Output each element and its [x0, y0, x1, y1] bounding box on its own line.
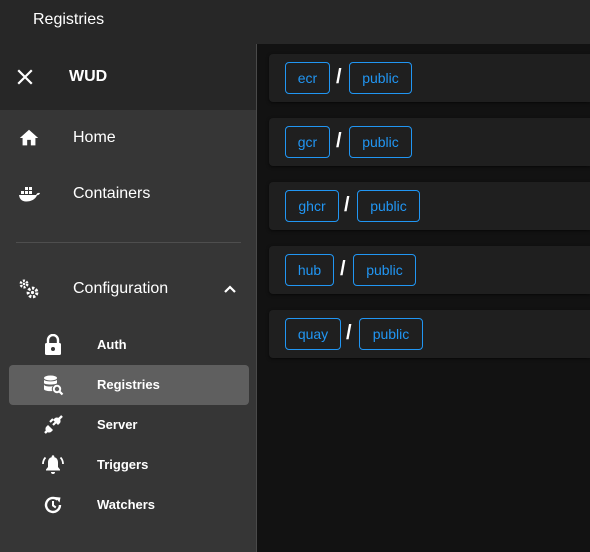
nav-group-configuration[interactable]: Configuration [0, 261, 256, 317]
registry-name-chip[interactable]: public [357, 190, 420, 222]
bell-ring-icon [41, 453, 65, 477]
separator-slash: / [346, 322, 352, 344]
chevron-up-icon [218, 277, 242, 301]
nav-item-label: Registries [97, 377, 160, 392]
nav-item-label: Triggers [97, 457, 149, 472]
lock-icon [41, 333, 65, 357]
nav-item-label: Auth [97, 337, 127, 352]
nav-item-label: Server [97, 417, 138, 432]
separator-slash: / [340, 258, 346, 280]
close-drawer-button[interactable] [13, 65, 37, 89]
registry-type-chip[interactable]: gcr [285, 126, 330, 158]
docker-icon [17, 182, 41, 206]
top-app-bar: Registries [0, 0, 590, 44]
nav-group-label: Configuration [73, 280, 169, 297]
registry-type-chip[interactable]: ecr [285, 62, 330, 94]
home-icon [17, 126, 41, 150]
registry-card-gcr[interactable]: gcr / public [269, 118, 590, 166]
app: Registries ecr / public gcr / public ghc… [0, 0, 590, 552]
nav-item-auth[interactable]: Auth [9, 325, 249, 365]
registry-card-ghcr[interactable]: ghcr / public [269, 182, 590, 230]
close-icon [17, 69, 33, 85]
power-plug-icon [41, 413, 65, 437]
main-content: ecr / public gcr / public ghcr / public … [257, 44, 590, 552]
nav-item-registries[interactable]: Registries [9, 365, 249, 405]
nav-item-triggers[interactable]: Triggers [9, 445, 249, 485]
registry-card-ecr[interactable]: ecr / public [269, 54, 590, 102]
separator-slash: / [336, 66, 342, 88]
database-search-icon [41, 373, 65, 397]
separator-slash: / [336, 130, 342, 152]
cogs-icon [17, 277, 41, 301]
app-name: WUD [69, 68, 108, 85]
page-title: Registries [33, 11, 105, 28]
registry-name-chip[interactable]: public [353, 254, 416, 286]
nav-item-label: Home [73, 129, 116, 146]
clock-refresh-icon [41, 493, 65, 517]
nav-item-label: Watchers [97, 497, 156, 512]
navigation-drawer: WUD Home Containers Configuration Auth R… [0, 44, 257, 552]
registry-card-quay[interactable]: quay / public [269, 310, 590, 358]
nav-item-server[interactable]: Server [9, 405, 249, 445]
nav-item-watchers[interactable]: Watchers [9, 485, 249, 525]
nav-item-home[interactable]: Home [0, 110, 256, 166]
registry-name-chip[interactable]: public [349, 62, 412, 94]
registry-type-chip[interactable]: hub [285, 254, 334, 286]
registry-type-chip[interactable]: ghcr [285, 190, 339, 222]
separator-slash: / [344, 194, 350, 216]
registry-card-hub[interactable]: hub / public [269, 246, 590, 294]
drawer-header: WUD [0, 44, 256, 110]
nav-item-containers[interactable]: Containers [0, 166, 256, 222]
registry-name-chip[interactable]: public [359, 318, 423, 350]
registry-type-chip[interactable]: quay [285, 318, 341, 350]
registry-name-chip[interactable]: public [349, 126, 412, 158]
divider [16, 242, 241, 243]
nav-item-label: Containers [73, 185, 151, 202]
